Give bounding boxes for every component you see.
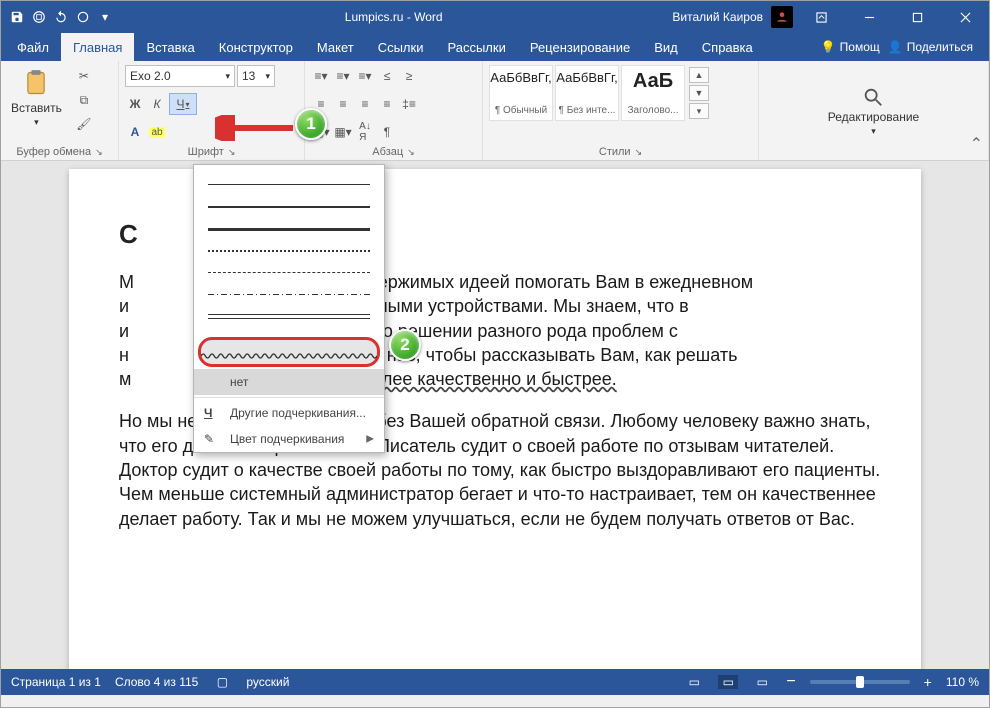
group-styles-label: Стили bbox=[599, 146, 631, 158]
styles-more-icon[interactable]: ▾ bbox=[689, 103, 709, 119]
share-icon: 👤 bbox=[888, 40, 903, 54]
tab-review[interactable]: Рецензирование bbox=[518, 33, 642, 61]
show-hide-icon[interactable]: ¶ bbox=[377, 121, 397, 143]
web-layout-icon[interactable]: ▭ bbox=[752, 675, 772, 689]
spellcheck-icon[interactable]: ▢ bbox=[212, 675, 232, 689]
style-normal[interactable]: АаБбВвГг,¶ Обычный bbox=[489, 65, 553, 121]
autosave-icon[interactable] bbox=[7, 7, 27, 27]
highlight-icon[interactable]: ab bbox=[147, 121, 167, 143]
read-mode-icon[interactable]: ▭ bbox=[684, 675, 704, 689]
justify-icon[interactable]: ≡ bbox=[377, 93, 397, 115]
underline-style-dashed[interactable] bbox=[208, 263, 370, 281]
callout-1: 1 bbox=[295, 108, 327, 140]
maximize-icon[interactable] bbox=[897, 1, 937, 33]
format-painter-icon[interactable]: 🖌 bbox=[74, 113, 94, 135]
tab-help[interactable]: Справка bbox=[690, 33, 765, 61]
minimize-icon[interactable] bbox=[849, 1, 889, 33]
ribbon-options-icon[interactable] bbox=[801, 1, 841, 33]
bold-button[interactable]: Ж bbox=[125, 93, 145, 115]
user-name[interactable]: Виталий Каиров bbox=[672, 10, 763, 24]
print-layout-icon[interactable]: ▭ bbox=[718, 675, 738, 689]
pen-icon: ✎ bbox=[204, 432, 214, 446]
sort-icon[interactable]: А↓Я bbox=[355, 121, 375, 143]
status-words[interactable]: Слово 4 из 115 bbox=[115, 675, 198, 689]
copy-icon[interactable]: ⧉ bbox=[74, 89, 94, 111]
close-icon[interactable] bbox=[945, 1, 985, 33]
paragraph-dialog-icon[interactable]: ↘ bbox=[407, 147, 415, 158]
tab-view[interactable]: Вид bbox=[642, 33, 690, 61]
group-paragraph-label: Абзац bbox=[372, 146, 403, 158]
chevron-right-icon: ▶ bbox=[366, 434, 374, 445]
style-heading[interactable]: АаБЗаголово... bbox=[621, 65, 685, 121]
line-spacing-icon[interactable]: ‡≡ bbox=[399, 93, 419, 115]
zoom-level[interactable]: 110 % bbox=[946, 675, 979, 689]
tab-references[interactable]: Ссылки bbox=[366, 33, 436, 61]
styles-up-icon[interactable]: ▲ bbox=[689, 67, 709, 83]
italic-button[interactable]: К bbox=[147, 93, 167, 115]
indent-right-icon[interactable]: ≥ bbox=[399, 65, 419, 87]
underline-more-icon: Ч bbox=[204, 406, 212, 420]
cut-icon[interactable]: ✂ bbox=[74, 65, 94, 87]
bullets-icon[interactable]: ≡▾ bbox=[311, 65, 331, 87]
status-bar: Страница 1 из 1 Слово 4 из 115 ▢ русский… bbox=[1, 669, 989, 695]
underline-style-double[interactable] bbox=[208, 219, 370, 237]
tab-layout[interactable]: Макет bbox=[305, 33, 366, 61]
underline-dropdown: нет ЧДругие подчеркивания... ✎Цвет подче… bbox=[193, 164, 385, 453]
save-icon[interactable] bbox=[29, 7, 49, 27]
underline-none[interactable]: нет bbox=[194, 369, 384, 395]
tab-insert[interactable]: Вставка bbox=[134, 33, 206, 61]
underline-color[interactable]: ✎Цвет подчеркивания▶ bbox=[194, 426, 384, 452]
numbering-icon[interactable]: ≡▾ bbox=[333, 65, 353, 87]
text-effects-icon[interactable]: A bbox=[125, 121, 145, 143]
font-dialog-icon[interactable]: ↘ bbox=[228, 147, 236, 158]
title-bar: ▾ Lumpics.ru - Word Виталий Каиров bbox=[1, 1, 989, 33]
font-size-combo[interactable]: 13▾ bbox=[237, 65, 275, 87]
zoom-out-button[interactable]: − bbox=[786, 673, 795, 691]
share-button[interactable]: 👤Поделиться bbox=[888, 40, 973, 54]
paste-button[interactable]: Вставить▾ bbox=[7, 65, 66, 130]
multilevel-icon[interactable]: ≡▾ bbox=[355, 65, 375, 87]
underline-style-thick[interactable] bbox=[208, 197, 370, 215]
underline-style-wavy[interactable] bbox=[198, 337, 380, 367]
zoom-in-button[interactable]: + bbox=[924, 674, 932, 690]
styles-down-icon[interactable]: ▼ bbox=[689, 85, 709, 101]
underline-style-dashdot[interactable] bbox=[208, 285, 370, 303]
tab-mailings[interactable]: Рассылки bbox=[435, 33, 517, 61]
qat-more-icon[interactable]: ▾ bbox=[95, 7, 115, 27]
callout-2: 2 bbox=[389, 329, 421, 361]
undo-icon[interactable] bbox=[51, 7, 71, 27]
window-title: Lumpics.ru - Word bbox=[115, 10, 672, 24]
redo-icon[interactable] bbox=[73, 7, 93, 27]
underline-style-double-line[interactable] bbox=[208, 307, 370, 325]
tell-me[interactable]: 💡Помощ bbox=[821, 40, 880, 54]
underline-button[interactable]: Ч▾ bbox=[169, 93, 197, 115]
indent-left-icon[interactable]: ≤ bbox=[377, 65, 397, 87]
font-name-combo[interactable]: Exo 2.0▾ bbox=[125, 65, 235, 87]
align-center-icon[interactable]: ≡ bbox=[333, 93, 353, 115]
tab-home[interactable]: Главная bbox=[61, 33, 134, 61]
tab-design[interactable]: Конструктор bbox=[207, 33, 305, 61]
borders-icon[interactable]: ▦▾ bbox=[333, 121, 353, 143]
ribbon: Вставить▾ ✂ ⧉ 🖌 Буфер обмена ↘ Exo 2.0▾ 1… bbox=[1, 61, 989, 161]
styles-dialog-icon[interactable]: ↘ bbox=[635, 147, 643, 158]
zoom-slider[interactable] bbox=[810, 680, 910, 684]
collapse-ribbon-icon[interactable]: ⌃ bbox=[970, 134, 983, 154]
status-language[interactable]: русский bbox=[246, 675, 289, 689]
group-clipboard-label: Буфер обмена bbox=[16, 146, 91, 158]
ribbon-tabs: Файл Главная Вставка Конструктор Макет С… bbox=[1, 33, 989, 61]
underline-style-single[interactable] bbox=[208, 175, 370, 193]
tab-file[interactable]: Файл bbox=[5, 33, 61, 61]
clipboard-dialog-icon[interactable]: ↘ bbox=[95, 147, 103, 158]
group-font-label: Шрифт bbox=[188, 146, 224, 158]
status-page[interactable]: Страница 1 из 1 bbox=[11, 675, 101, 689]
align-right-icon[interactable]: ≡ bbox=[355, 93, 375, 115]
annotation-arrow bbox=[215, 115, 295, 141]
style-nospacing[interactable]: АаБбВвГг,¶ Без инте... bbox=[555, 65, 619, 121]
editing-button[interactable]: Редактирование▾ bbox=[824, 84, 923, 139]
underline-style-dotted[interactable] bbox=[208, 241, 370, 259]
avatar[interactable] bbox=[771, 6, 793, 28]
underline-more[interactable]: ЧДругие подчеркивания... bbox=[194, 400, 384, 426]
document-area[interactable]: С Мтов, одержимых идеей помогать Вам в е… bbox=[1, 161, 989, 669]
bulb-icon: 💡 bbox=[821, 40, 836, 54]
